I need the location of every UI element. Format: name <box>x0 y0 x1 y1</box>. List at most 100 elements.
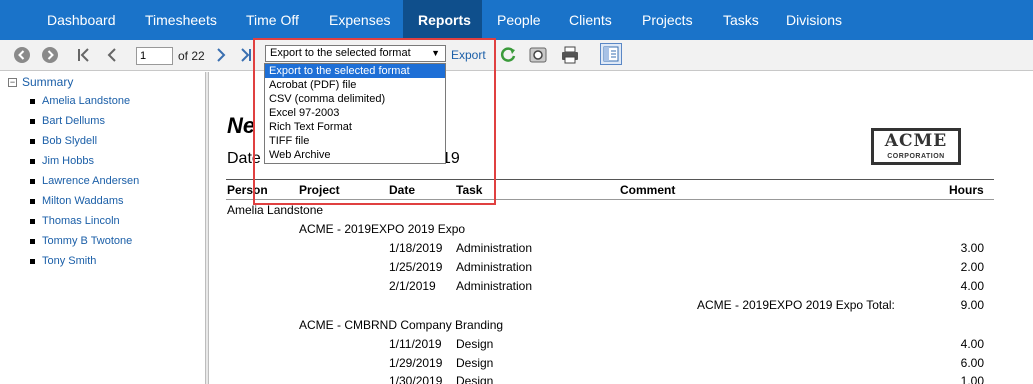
export-option[interactable]: Excel 97-2003 <box>265 106 445 120</box>
tree-item[interactable]: Bob Slydell <box>30 135 97 147</box>
row-date: 2/1/2019 <box>389 279 436 293</box>
nav-dashboard[interactable]: Dashboard <box>34 0 128 40</box>
row-task: Administration <box>456 279 533 293</box>
row-date: 1/29/2019 <box>389 356 443 370</box>
tree-item[interactable]: Jim Hobbs <box>30 155 94 167</box>
row-hours: 1.00 <box>960 374 984 384</box>
last-page-icon[interactable] <box>240 47 252 63</box>
header-bottom-rule <box>226 199 994 200</box>
bullet-icon <box>30 178 35 184</box>
bullet-icon <box>30 238 35 244</box>
refresh-icon[interactable] <box>499 46 517 64</box>
nav-people[interactable]: People <box>484 0 556 40</box>
project-total-hours: 9.00 <box>960 298 984 312</box>
nav-reports[interactable]: Reports <box>403 0 482 40</box>
nav-time-off[interactable]: Time Off <box>233 0 315 40</box>
tree-item[interactable]: Thomas Lincoln <box>30 215 120 227</box>
export-option[interactable]: TIFF file <box>265 134 445 148</box>
tree-summary[interactable]: − Summary <box>8 75 73 89</box>
row-hours: 3.00 <box>960 241 984 255</box>
col-hours: Hours <box>949 183 984 197</box>
col-task: Task <box>456 183 483 197</box>
row-hours: 4.00 <box>960 337 984 351</box>
nav-projects[interactable]: Projects <box>629 0 709 40</box>
top-nav: Dashboard Timesheets Time Off Expenses R… <box>0 0 1033 40</box>
chevron-down-icon: ▼ <box>431 48 440 58</box>
export-option[interactable]: CSV (comma delimited) <box>265 92 445 106</box>
bullet-icon <box>30 198 35 204</box>
tree-item[interactable]: Lawrence Andersen <box>30 175 139 187</box>
back-icon[interactable] <box>14 47 30 63</box>
col-date: Date <box>389 183 416 197</box>
acme-logo: ACME CORPORATION <box>871 128 961 165</box>
col-person: Person <box>227 183 268 197</box>
row-hours: 2.00 <box>960 260 984 274</box>
tree-summary-label: Summary <box>22 75 74 89</box>
page-count: of 22 <box>178 49 205 63</box>
col-project: Project <box>299 183 340 197</box>
logo-subtext: CORPORATION <box>887 153 945 160</box>
panel-splitter[interactable] <box>205 72 209 384</box>
previous-page-icon[interactable] <box>104 47 120 63</box>
tree-item-label: Lawrence Andersen <box>42 175 140 187</box>
row-date: 1/11/2019 <box>389 337 442 351</box>
report-daterange-left: Date <box>227 150 261 167</box>
bullet-icon <box>30 138 35 144</box>
bullet-icon <box>30 158 35 164</box>
export-option[interactable]: Web Archive <box>265 148 445 162</box>
tree-item-label: Tony Smith <box>42 255 97 267</box>
nav-clients[interactable]: Clients <box>556 0 628 40</box>
row-task: Administration <box>456 260 533 274</box>
tree-item-label: Jim Hobbs <box>42 155 94 167</box>
search-icon[interactable] <box>529 46 547 64</box>
nav-tasks[interactable]: Tasks <box>710 0 772 40</box>
logo-text: ACME <box>884 131 948 151</box>
forward-icon[interactable] <box>42 47 58 63</box>
nav-expenses[interactable]: Expenses <box>316 0 401 40</box>
print-icon[interactable] <box>561 46 579 64</box>
row-task: Design <box>456 374 494 384</box>
tree-item[interactable]: Amelia Landstone <box>30 95 130 107</box>
tree-item-label: Amelia Landstone <box>42 95 131 107</box>
person-name: Amelia Landstone <box>227 203 324 217</box>
header-top-rule <box>226 179 994 180</box>
tree-item-label: Thomas Lincoln <box>42 215 120 227</box>
bullet-icon <box>30 258 35 264</box>
export-option[interactable]: Export to the selected format <box>265 64 445 78</box>
nav-divisions[interactable]: Divisions <box>773 0 855 40</box>
tree-item[interactable]: Bart Dellums <box>30 115 105 127</box>
tree-item[interactable]: Tommy B Twotone <box>30 235 132 247</box>
bullet-icon <box>30 218 35 224</box>
tree-item-label: Milton Waddams <box>42 195 124 207</box>
col-comment: Comment <box>620 183 676 197</box>
project-name: ACME - 2019EXPO 2019 Expo <box>299 222 466 236</box>
row-task: Design <box>456 356 494 370</box>
tree-item-label: Bob Slydell <box>42 135 98 147</box>
row-date: 1/25/2019 <box>389 260 443 274</box>
row-task: Administration <box>456 241 533 255</box>
export-format-dropdown: Export to the selected format Acrobat (P… <box>264 63 446 164</box>
tree-item[interactable]: Tony Smith <box>30 255 96 267</box>
row-date: 1/18/2019 <box>389 241 443 255</box>
tree-item-label: Tommy B Twotone <box>42 235 133 247</box>
export-option[interactable]: Acrobat (PDF) file <box>265 78 445 92</box>
export-link[interactable]: Export <box>451 48 486 62</box>
report-title: Ne <box>227 113 256 138</box>
nav-timesheets[interactable]: Timesheets <box>132 0 228 40</box>
bullet-icon <box>30 98 35 104</box>
export-format-select[interactable]: Export to the selected format ▼ <box>265 45 446 62</box>
row-hours: 4.00 <box>960 279 984 293</box>
export-option[interactable]: Rich Text Format <box>265 120 445 134</box>
tree-item[interactable]: Milton Waddams <box>30 195 124 207</box>
project-total-label: ACME - 2019EXPO 2019 Expo Total: <box>697 298 895 312</box>
next-page-icon[interactable] <box>214 47 228 63</box>
collapse-icon[interactable]: − <box>8 78 17 88</box>
export-format-value: Export to the selected format <box>270 47 411 59</box>
bullet-icon <box>30 118 35 124</box>
tree-item-label: Bart Dellums <box>42 115 105 127</box>
toggle-sidebar-icon[interactable] <box>600 43 622 65</box>
row-task: Design <box>456 337 494 351</box>
page-number-input[interactable] <box>136 47 173 65</box>
row-hours: 6.00 <box>960 356 984 370</box>
first-page-icon[interactable] <box>76 47 92 63</box>
